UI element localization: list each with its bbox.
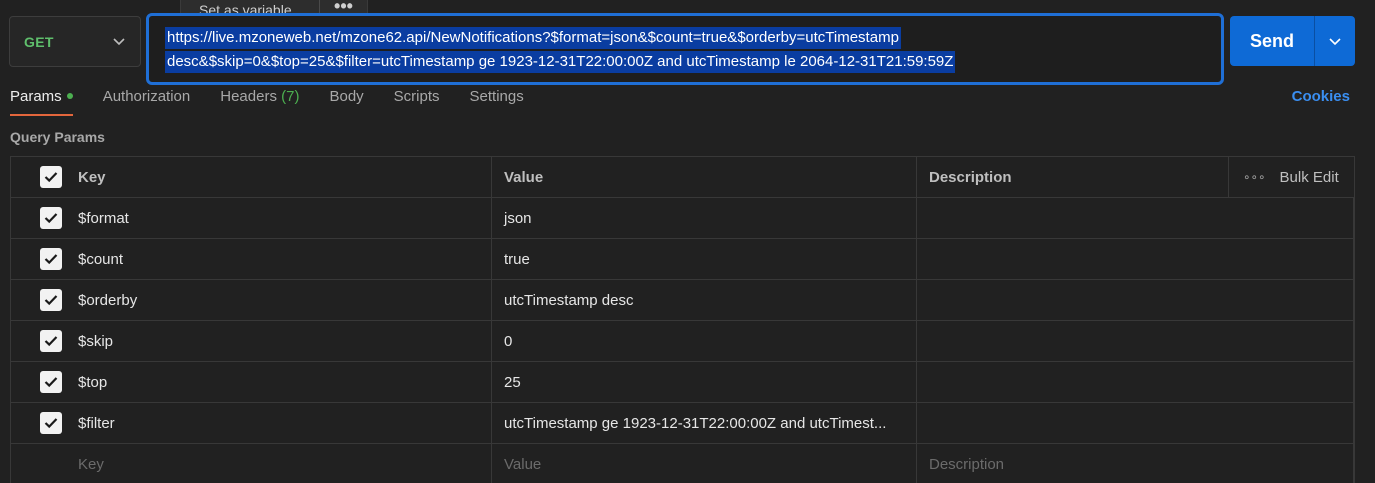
param-value-input[interactable]: 25 (492, 362, 917, 402)
send-button[interactable]: Send (1230, 16, 1314, 66)
row-checkbox[interactable] (39, 371, 62, 393)
url-input[interactable]: https://live.mzoneweb.net/mzone62.api/Ne… (146, 13, 1224, 85)
row-checkbox[interactable] (39, 207, 62, 229)
param-key-input[interactable]: $format (68, 198, 492, 238)
row-check-cell (11, 321, 68, 361)
bulk-edit-label: Bulk Edit (1279, 168, 1339, 186)
cookies-link[interactable]: Cookies (1292, 88, 1350, 105)
send-button-group: Send (1230, 16, 1355, 66)
chevron-down-icon (112, 35, 126, 49)
table-row: $skip 0 (11, 321, 1354, 362)
param-description-input[interactable] (917, 321, 1354, 361)
table-row: $top 25 (11, 362, 1354, 403)
table-row: $orderby utcTimestamp desc (11, 280, 1354, 321)
column-header-value: Value (492, 157, 917, 197)
tab-headers[interactable]: Headers (7) (220, 86, 299, 116)
row-check-cell (11, 362, 68, 402)
tab-headers-label: Headers (220, 88, 277, 105)
active-dot-icon (66, 93, 73, 100)
url-text-line-2: desc&$skip=0&$top=25&$filter=utcTimestam… (165, 51, 956, 73)
bulk-edit-button[interactable]: ∘∘∘ Bulk Edit (1229, 157, 1354, 197)
row-checkbox[interactable] (39, 248, 62, 270)
method-label: GET (24, 33, 54, 50)
checkmark-icon (44, 295, 57, 306)
param-description-input[interactable] (917, 280, 1354, 320)
table-row: $filter utcTimestamp ge 1923-12-31T22:00… (11, 403, 1354, 444)
param-description-input[interactable] (917, 403, 1354, 443)
row-checkbox[interactable] (39, 330, 62, 352)
row-check-cell (11, 198, 68, 238)
param-value-input[interactable]: utcTimestamp desc (492, 280, 917, 320)
table-row: $count true (11, 239, 1354, 280)
param-description-input[interactable] (917, 362, 1354, 402)
row-checkbox[interactable] (39, 412, 62, 434)
new-param-value-input[interactable]: Value (492, 444, 917, 483)
tab-body[interactable]: Body (329, 86, 363, 116)
table-row-new: Key Value Description (11, 444, 1354, 483)
param-key-input[interactable]: $count (68, 239, 492, 279)
method-select[interactable]: GET (9, 16, 141, 67)
table-row: $format json (11, 198, 1354, 239)
tab-params[interactable]: Params (10, 86, 73, 116)
query-params-table: Key Value Description ∘∘∘ Bulk Edit $for… (10, 156, 1355, 483)
param-value-input[interactable]: 0 (492, 321, 917, 361)
column-header-key: Key (68, 157, 492, 197)
row-check-cell (11, 444, 68, 483)
row-check-cell (11, 280, 68, 320)
send-options-button[interactable] (1315, 16, 1355, 66)
param-value-input[interactable]: utcTimestamp ge 1923-12-31T22:00:00Z and… (492, 403, 917, 443)
param-key-input[interactable]: $orderby (68, 280, 492, 320)
table-header-row: Key Value Description ∘∘∘ Bulk Edit (11, 157, 1354, 198)
headers-count-badge: (7) (281, 88, 300, 105)
url-text-line-1: https://live.mzoneweb.net/mzone62.api/Ne… (165, 27, 901, 49)
row-check-cell (11, 239, 68, 279)
param-value-input[interactable]: true (492, 239, 917, 279)
tab-authorization[interactable]: Authorization (103, 86, 191, 116)
checkmark-icon (44, 213, 57, 224)
column-header-description: Description (917, 157, 1229, 197)
row-checkbox[interactable] (39, 289, 62, 311)
param-key-input[interactable]: $top (68, 362, 492, 402)
query-params-title: Query Params (10, 129, 105, 145)
tab-settings[interactable]: Settings (470, 86, 524, 116)
checkmark-icon (44, 377, 57, 388)
checkmark-icon (44, 254, 57, 265)
row-check-cell (11, 403, 68, 443)
tab-params-label: Params (10, 88, 62, 105)
param-value-text: utcTimestamp ge 1923-12-31T22:00:00Z and… (504, 414, 887, 432)
param-key-input[interactable]: $skip (68, 321, 492, 361)
param-value-input[interactable]: json (492, 198, 917, 238)
chevron-down-icon (1329, 33, 1341, 50)
param-description-input[interactable] (917, 239, 1354, 279)
select-all-cell (11, 157, 68, 197)
param-key-input[interactable]: $filter (68, 403, 492, 443)
new-param-description-input[interactable]: Description (917, 444, 1354, 483)
select-all-checkbox[interactable] (39, 166, 62, 188)
more-options-icon[interactable]: ∘∘∘ (1243, 170, 1266, 184)
checkmark-icon (44, 336, 57, 347)
tab-scripts[interactable]: Scripts (394, 86, 440, 116)
checkmark-icon (44, 418, 57, 429)
checkmark-icon (44, 172, 57, 183)
param-description-input[interactable] (917, 198, 1354, 238)
request-tabs: Params Authorization Headers (7) Body Sc… (10, 86, 554, 118)
new-param-key-input[interactable]: Key (68, 444, 492, 483)
